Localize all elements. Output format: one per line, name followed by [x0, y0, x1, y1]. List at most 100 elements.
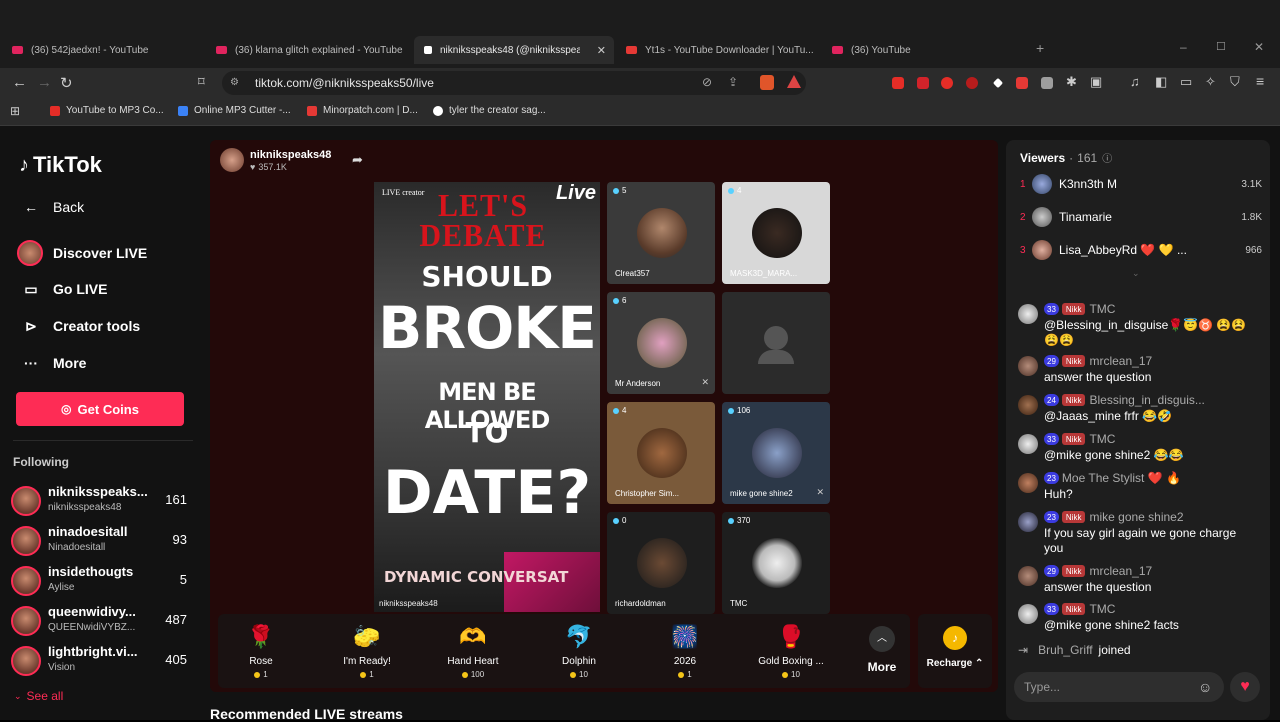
- avatar: [11, 526, 41, 556]
- media-icon[interactable]: ♫: [1130, 74, 1140, 89]
- guest-tile[interactable]: 106 mike gone shine2 ✕: [722, 402, 830, 504]
- guest-tile[interactable]: 6 Mr Anderson ✕: [607, 292, 715, 394]
- nav-back[interactable]: ← Back: [20, 196, 84, 218]
- url-field[interactable]: tiktok.com/@nikniksspeaks50/live: [222, 71, 806, 95]
- gift-rose[interactable]: 🌹 Rose 1: [216, 622, 306, 684]
- host-name[interactable]: niknikspeaks48: [250, 149, 331, 161]
- gift-hand-heart[interactable]: 🫶 Hand Heart 100: [428, 622, 518, 684]
- chat-input[interactable]: Type...: [1014, 672, 1224, 702]
- extension-icon[interactable]: [992, 77, 1004, 89]
- share-icon[interactable]: ⇪: [728, 75, 738, 89]
- gift-2026[interactable]: 🎆 2026 1: [640, 622, 730, 684]
- extension-icon[interactable]: [1016, 77, 1028, 89]
- back-icon[interactable]: ←: [12, 74, 27, 91]
- chevron-down-icon[interactable]: ⌄: [1132, 268, 1140, 279]
- following-item[interactable]: ninadoesitall Ninadoesitall 93: [11, 524, 191, 558]
- fireworks-icon: 🎆: [671, 624, 699, 649]
- browser-tab[interactable]: Yt1s - YouTube Downloader | YouTu...: [626, 38, 816, 62]
- extension-icon[interactable]: [917, 77, 929, 89]
- extension-icon[interactable]: [1041, 77, 1053, 89]
- browser-tab-active[interactable]: nikniksspeaks48 (@nikniksspeaks...✕: [414, 36, 614, 64]
- following-item[interactable]: queenwidivy... QUEENwidiVYBZ... 487: [11, 604, 191, 638]
- forward-icon[interactable]: →: [37, 74, 52, 91]
- brave-shield-icon[interactable]: [760, 75, 774, 90]
- browser-tab[interactable]: (36) 542jaedxn! - YouTube: [12, 38, 207, 62]
- guest-tile[interactable]: 370 TMC: [722, 512, 830, 614]
- extension-icon[interactable]: [941, 77, 953, 89]
- gift-gold-boxing[interactable]: 🥊 Gold Boxing ... 10: [746, 622, 836, 684]
- sidebar-toggle-icon[interactable]: ◧: [1155, 74, 1167, 90]
- mute-icon[interactable]: ⊘: [702, 75, 712, 89]
- nav-more[interactable]: ··· More: [20, 352, 86, 374]
- top-viewer[interactable]: 2 Tinamarie 1.8K: [1020, 205, 1262, 229]
- see-all-link[interactable]: ⌄ See all: [14, 689, 63, 703]
- more-gifts-button[interactable]: ︿ More: [856, 620, 908, 682]
- address-bar-row: ← → ↻ ⌑ tiktok.com/@nikniksspeaks50/live…: [0, 68, 1280, 98]
- gift-im-ready[interactable]: 🧽 I'm Ready! 1: [322, 622, 412, 684]
- level-badge: 33: [1044, 303, 1059, 315]
- info-icon[interactable]: ⓘ: [1102, 150, 1112, 165]
- screenshot-icon[interactable]: ▣: [1090, 74, 1102, 90]
- maximize-icon[interactable]: ☐: [1216, 40, 1226, 53]
- tiktok-note-icon: ♪: [19, 153, 29, 176]
- bookmark-item[interactable]: tyler the creator sag...: [433, 105, 546, 116]
- vpn-icon[interactable]: ⛉: [1230, 74, 1240, 90]
- fan-badge: Nikk: [1061, 355, 1086, 367]
- like-button[interactable]: ♥: [1230, 672, 1260, 702]
- chat-panel: Viewers · 161 ⓘ 1 K3nn3th M 3.1K 2 Tinamarie 1.…: [1006, 140, 1270, 720]
- ublock-icon[interactable]: [966, 77, 978, 89]
- following-item[interactable]: lightbright.vi... Vision 405: [11, 644, 191, 678]
- puzzle-icon[interactable]: ✱: [1066, 74, 1077, 90]
- host-avatar[interactable]: [220, 148, 244, 172]
- gift-dolphin[interactable]: 🐬 Dolphin 10: [534, 622, 624, 684]
- guest-avatar: [637, 208, 687, 258]
- video-text-broke: BROKE: [378, 294, 597, 362]
- share-arrow-icon[interactable]: ➦: [352, 152, 363, 168]
- top-viewer[interactable]: 3 Lisa_AbbeyRd ❤️ 💛 ... 966: [1020, 238, 1262, 262]
- bookmark-item[interactable]: Online MP3 Cutter -...: [178, 105, 291, 116]
- recharge-button[interactable]: ♪ Recharge ⌃: [918, 614, 992, 688]
- browser-tab[interactable]: (36) klarna glitch explained - YouTube: [216, 38, 406, 62]
- browser-tab[interactable]: (36) YouTube: [832, 38, 1022, 62]
- nav-creator-tools[interactable]: ⊳ Creator tools: [20, 315, 140, 337]
- guest-tile-empty[interactable]: [722, 292, 830, 394]
- reload-icon[interactable]: ↻: [60, 74, 73, 92]
- menu-icon[interactable]: ≡: [1256, 73, 1264, 89]
- gem-icon: [728, 407, 734, 414]
- leo-ai-icon[interactable]: ✧: [1205, 74, 1216, 90]
- video-text-to: TO: [465, 416, 509, 449]
- bookmark-item[interactable]: YouTube to MP3 Co...: [50, 105, 164, 116]
- avatar: [1018, 304, 1038, 324]
- bookmark-icon[interactable]: ⌑: [198, 74, 205, 90]
- new-tab-icon[interactable]: +: [1036, 40, 1044, 56]
- get-coins-button[interactable]: ◎ Get Coins: [16, 392, 184, 426]
- close-icon[interactable]: ✕: [597, 44, 606, 57]
- apps-grid-icon[interactable]: ⊞: [10, 104, 20, 118]
- viewers-header[interactable]: Viewers · 161 ⓘ: [1020, 150, 1112, 166]
- rewards-icon[interactable]: [787, 75, 801, 88]
- coin-icon: [570, 671, 577, 678]
- window-close-icon[interactable]: ✕: [1254, 40, 1264, 54]
- tiktok-logo[interactable]: ♪ TikTok: [19, 152, 102, 178]
- live-tag: Live: [555, 182, 596, 204]
- gift-bar: 🌹 Rose 1 🧽 I'm Ready! 1 🫶 Hand Heart 100 🐬 Dolp…: [218, 614, 910, 688]
- following-item[interactable]: insidethougts Aylise 5: [11, 564, 191, 598]
- wallet-icon[interactable]: ▭: [1180, 74, 1192, 90]
- following-item[interactable]: nikniksspeaks... nikniksspeaks48 161: [11, 484, 191, 518]
- nav-go-live[interactable]: ▭ Go LIVE: [20, 278, 107, 300]
- top-viewer[interactable]: 1 K3nn3th M 3.1K: [1020, 172, 1262, 196]
- bookmark-item[interactable]: Minorpatch.com | D...: [307, 105, 418, 116]
- guest-tile[interactable]: 0 richardoldman: [607, 512, 715, 614]
- guest-tile[interactable]: 4 Christopher Sim...: [607, 402, 715, 504]
- minimize-icon[interactable]: –: [1180, 40, 1187, 54]
- guest-tile[interactable]: 5 Clreat357: [607, 182, 715, 284]
- fan-badge: Nikk: [1061, 603, 1086, 615]
- host-video[interactable]: LET'S DEBATE LIVE creator Live SHOULD BRO…: [374, 182, 600, 612]
- site-info-icon[interactable]: ⚙: [230, 77, 239, 88]
- emoji-icon[interactable]: ☺: [1198, 679, 1212, 695]
- extension-icon[interactable]: [892, 77, 904, 89]
- chevron-down-icon: ⌄: [14, 690, 22, 701]
- fan-badge: Nikk: [1061, 565, 1086, 577]
- guest-tile[interactable]: 4 MASK3D_MARA...: [722, 182, 830, 284]
- nav-discover-live[interactable]: Discover LIVE: [17, 240, 147, 266]
